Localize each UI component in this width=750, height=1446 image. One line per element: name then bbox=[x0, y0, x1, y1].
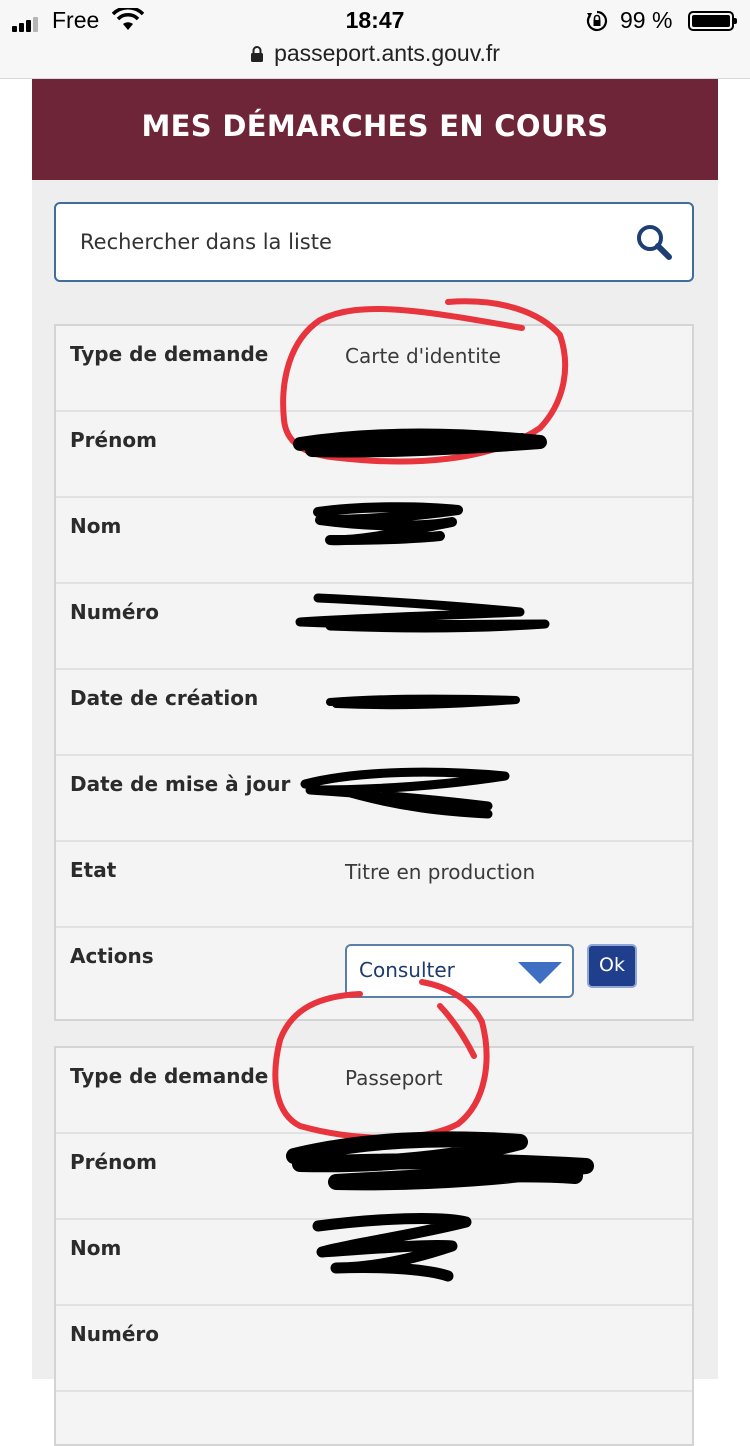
table-row: Prénom bbox=[56, 412, 692, 498]
lock-icon bbox=[251, 46, 264, 62]
search-icon[interactable] bbox=[634, 222, 674, 262]
table-row: Nom bbox=[56, 498, 692, 584]
table-row: Type de demande Passeport bbox=[56, 1048, 692, 1134]
table-row: Date de création bbox=[56, 670, 692, 756]
rotation-lock-icon bbox=[586, 10, 608, 32]
url-bar[interactable]: passeport.ants.gouv.fr bbox=[0, 40, 750, 67]
status-bar: Free 18:47 99 % bbox=[0, 6, 750, 36]
row-label: Date de mise à jour bbox=[70, 772, 291, 796]
row-label: Numéro bbox=[70, 1322, 159, 1346]
request-card: Type de demande Carte d'identite Prénom … bbox=[54, 324, 694, 1021]
browser-top-bar: Free 18:47 99 % passeport.ants.gouv.fr bbox=[0, 0, 750, 79]
search-box bbox=[54, 202, 694, 282]
row-value: Carte d'identite bbox=[345, 344, 501, 368]
table-row: Etat Titre en production bbox=[56, 842, 692, 928]
table-row: Actions Consulter Ok bbox=[56, 928, 692, 1014]
row-label: Etat bbox=[70, 858, 117, 882]
request-card: Type de demande Passeport Prénom Nom Num… bbox=[54, 1046, 694, 1446]
action-select[interactable]: Consulter bbox=[345, 944, 574, 998]
row-label: Nom bbox=[70, 1236, 122, 1260]
table-row: Date de mise à jour bbox=[56, 756, 692, 842]
row-label: Prénom bbox=[70, 1150, 157, 1174]
ok-button[interactable]: Ok bbox=[587, 944, 637, 988]
table-row: Prénom bbox=[56, 1134, 692, 1220]
battery-percent: 99 % bbox=[620, 7, 673, 33]
url-text: passeport.ants.gouv.fr bbox=[274, 40, 500, 66]
table-row: Numéro bbox=[56, 1306, 692, 1392]
table-row: Type de demande Carte d'identite bbox=[56, 326, 692, 412]
row-label: Numéro bbox=[70, 600, 159, 624]
row-value: Passeport bbox=[345, 1066, 443, 1090]
search-input[interactable] bbox=[80, 204, 600, 280]
chevron-down-icon bbox=[518, 962, 562, 984]
table-row: Numéro bbox=[56, 584, 692, 670]
demarches-panel: MES DÉMARCHES EN COURS Type de demande C… bbox=[32, 79, 718, 1446]
table-row: Nom bbox=[56, 1220, 692, 1306]
action-select-value: Consulter bbox=[359, 958, 455, 982]
row-label: Type de demande bbox=[70, 342, 269, 366]
status-value: Titre en production bbox=[345, 860, 536, 884]
row-label: Type de demande bbox=[70, 1064, 269, 1088]
page-title: MES DÉMARCHES EN COURS bbox=[32, 79, 718, 180]
row-label: Prénom bbox=[70, 428, 157, 452]
row-label: Nom bbox=[70, 514, 122, 538]
battery-icon bbox=[688, 11, 737, 31]
row-label: Date de création bbox=[70, 686, 259, 710]
row-label: Actions bbox=[70, 944, 154, 968]
